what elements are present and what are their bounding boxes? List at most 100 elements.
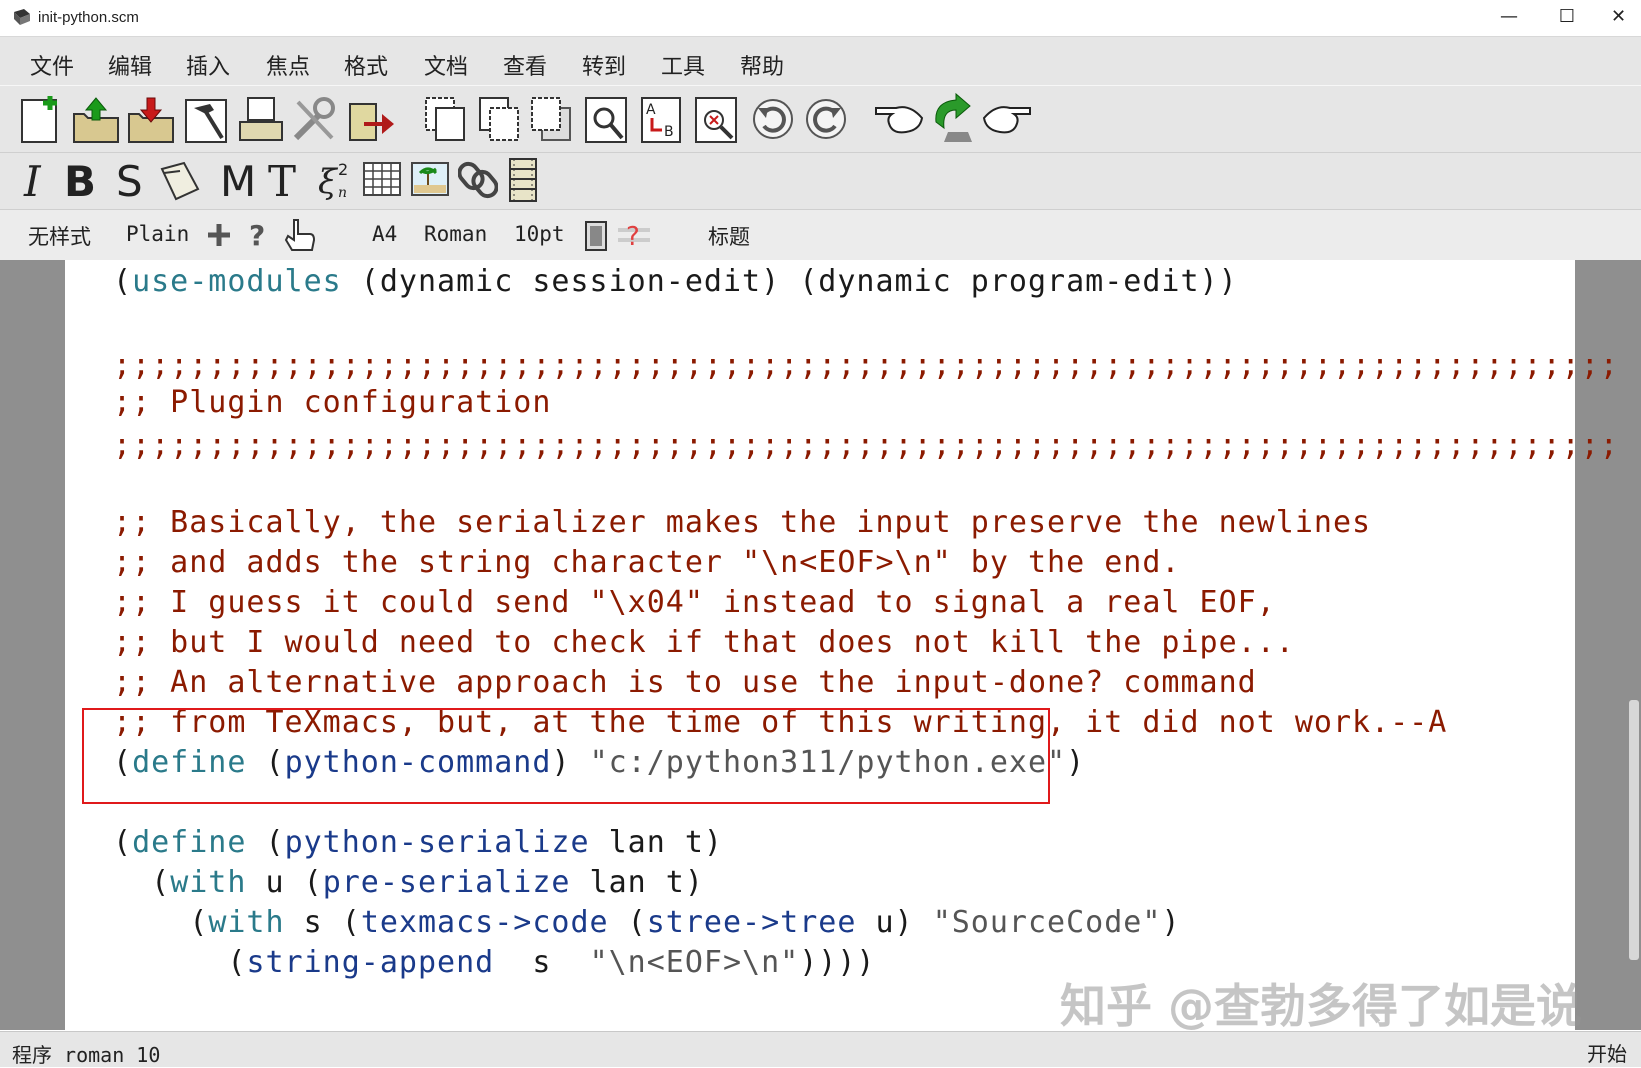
svg-text:A: A	[646, 102, 656, 118]
build-hammer-icon[interactable]	[184, 94, 230, 144]
font-size-selector[interactable]: 10pt	[514, 222, 565, 246]
code-line-5: ;; Basically, the serializer makes the i…	[113, 505, 1372, 540]
mode-toolbar: 无样式 Plain ? A4 Roman 10pt ? 标题	[0, 209, 1641, 261]
menu-focus[interactable]: 焦点	[266, 49, 310, 81]
undo-icon[interactable]	[750, 96, 796, 142]
formula-icon[interactable]: ξ2 n	[316, 157, 356, 203]
code-token: (	[113, 945, 247, 980]
back-hand-icon[interactable]	[872, 100, 924, 138]
code-token: s	[494, 945, 590, 980]
code-token: lan t)	[589, 825, 723, 860]
main-toolbar: AB	[0, 85, 1641, 152]
menu-file[interactable]: 文件	[30, 49, 74, 81]
code-line-15: (string-append s "\n<EOF>\n"))))	[113, 945, 876, 981]
tag-icon[interactable]	[156, 159, 202, 203]
text-mode-button[interactable]: T	[268, 157, 296, 206]
code-token: (	[113, 825, 133, 860]
code-token: string-append	[246, 945, 495, 980]
save-icon[interactable]	[127, 94, 175, 144]
code-token: "SourceCode"	[932, 905, 1162, 940]
code-token: ))))	[799, 945, 876, 980]
redo-icon[interactable]	[803, 96, 849, 142]
search-icon[interactable]	[584, 94, 632, 144]
code-token: "\n<EOF>\n"	[589, 945, 800, 980]
export-icon[interactable]	[346, 94, 396, 144]
code-token: u (	[246, 865, 323, 900]
svg-text:ξ: ξ	[318, 162, 339, 202]
close-button[interactable]: ✕	[1596, 0, 1641, 36]
menu-insert[interactable]: 插入	[186, 49, 230, 81]
code-token: (dynamic session-edit) (dynamic program-…	[341, 264, 1238, 299]
print-icon[interactable]	[236, 94, 286, 144]
code-line-3: ;; Plugin configuration	[113, 385, 552, 420]
italic-button[interactable]: I	[24, 157, 41, 206]
code-token: texmacs->code	[360, 905, 609, 940]
paper-size-selector[interactable]: A4	[372, 222, 397, 246]
link-icon[interactable]	[458, 159, 498, 201]
code-line-9: ;; An alternative approach is to use the…	[113, 665, 1257, 700]
watermark: 知乎 @查勃多得了如是说	[1060, 979, 1583, 1033]
menu-bar: 文件 编辑 插入 焦点 格式 文档 查看 转到 工具 帮助	[0, 37, 1641, 85]
preferences-tools-icon[interactable]	[290, 94, 340, 144]
forward-hand-icon[interactable]	[982, 100, 1034, 138]
texmacs-app-icon	[14, 9, 30, 25]
math-mode-button[interactable]: M	[220, 157, 256, 206]
replace-icon[interactable]: AB	[640, 94, 684, 144]
code-token: (	[246, 825, 285, 860]
window-title: init-python.scm	[38, 9, 139, 26]
copy-icon[interactable]	[424, 96, 468, 142]
font-selector[interactable]: Roman	[424, 222, 487, 246]
animation-film-icon[interactable]	[508, 157, 538, 203]
scrollbar-thumb[interactable]	[1629, 700, 1639, 960]
maximize-button[interactable]: ☐	[1538, 0, 1596, 36]
status-mode: 程序 roman 10	[12, 1043, 161, 1067]
cut-icon[interactable]	[478, 96, 522, 142]
code-token: with	[170, 865, 247, 900]
refresh-icon[interactable]	[928, 92, 976, 144]
svg-text:?: ?	[249, 220, 265, 250]
menu-format[interactable]: 格式	[344, 49, 388, 81]
code-token: )	[1066, 745, 1086, 780]
open-icon[interactable]	[72, 94, 120, 144]
menu-go[interactable]: 转到	[582, 49, 626, 81]
image-icon[interactable]	[410, 161, 450, 199]
code-line-7: ;; I guess it could send "\x04" instead …	[113, 585, 1276, 620]
svg-text:n: n	[338, 185, 347, 201]
code-token: pre-serialize	[322, 865, 571, 900]
code-token: with	[208, 905, 285, 940]
status-bar: 程序 roman 10 开始	[0, 1031, 1641, 1067]
status-position: 开始	[1587, 1042, 1627, 1066]
help-question-icon[interactable]: ?	[248, 220, 268, 250]
code-line-6: ;; and adds the string character "\n<EOF…	[113, 545, 1181, 580]
spell-check-icon[interactable]	[694, 94, 742, 144]
code-line-1: (use-modules (dynamic session-edit) (dyn…	[113, 264, 1238, 300]
status-question-icon[interactable]: ?	[616, 220, 652, 250]
menu-view[interactable]: 查看	[503, 49, 547, 81]
code-token: )	[1161, 905, 1181, 940]
menu-edit[interactable]: 编辑	[108, 49, 152, 81]
vertical-scrollbar[interactable]	[1627, 260, 1641, 1030]
bold-button[interactable]: B	[64, 157, 96, 206]
pointer-hand-icon[interactable]	[282, 216, 316, 254]
table-icon[interactable]	[362, 161, 402, 199]
svg-text:B: B	[664, 124, 674, 140]
paste-icon[interactable]	[530, 96, 574, 142]
style-selector[interactable]: 无样式	[28, 221, 91, 251]
svg-text:2: 2	[338, 160, 348, 179]
code-token: (	[113, 264, 133, 299]
code-token: lan t)	[570, 865, 704, 900]
menu-document[interactable]: 文档	[424, 49, 468, 81]
code-token: u)	[856, 905, 933, 940]
menu-help[interactable]: 帮助	[740, 49, 784, 81]
sans-serif-button[interactable]: S	[116, 157, 143, 206]
code-token: (	[608, 905, 647, 940]
code-token: python-serialize	[284, 825, 590, 860]
title-selector[interactable]: 标题	[708, 221, 750, 251]
title-bar: init-python.scm — ☐ ✕	[0, 0, 1641, 37]
new-document-icon[interactable]	[20, 94, 64, 144]
add-icon[interactable]	[206, 222, 232, 248]
color-swatch-icon[interactable]	[584, 220, 608, 252]
menu-tools[interactable]: 工具	[661, 49, 705, 81]
minimize-button[interactable]: —	[1480, 0, 1538, 36]
language-selector[interactable]: Plain	[126, 222, 189, 246]
